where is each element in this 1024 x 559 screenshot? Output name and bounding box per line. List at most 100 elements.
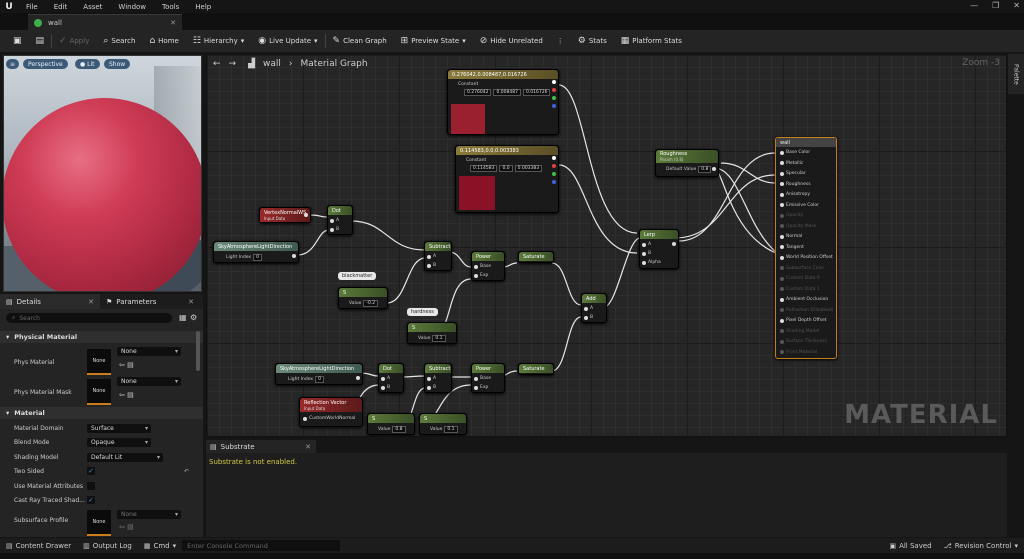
input-exp[interactable]: Exp <box>474 273 488 278</box>
node-subtract-2[interactable]: Subtract A B <box>424 363 452 393</box>
input-base[interactable]: Base <box>474 376 491 381</box>
subsurface-profile-dropdown[interactable]: None <box>117 510 181 519</box>
forward-arrow-icon[interactable]: → <box>229 59 237 69</box>
material-domain-dropdown[interactable]: Surface <box>87 423 151 433</box>
back-arrow-icon[interactable]: ← <box>213 59 221 69</box>
output-pin-emissive-color[interactable]: Emissive Color <box>780 203 819 208</box>
reset-icon[interactable]: ↶ <box>184 468 189 475</box>
comment-hardness[interactable]: hardness <box>407 308 438 316</box>
output-pin[interactable] <box>304 213 308 217</box>
node-power-1[interactable]: Power Base Exp <box>471 251 505 281</box>
save-button[interactable]: ▣ <box>6 30 29 52</box>
menu-edit[interactable]: Edit <box>46 3 76 11</box>
output-pin-roughness[interactable]: Roughness <box>780 182 811 187</box>
use-material-attributes-checkbox[interactable] <box>87 482 95 490</box>
tab-close-icon[interactable]: ✕ <box>305 443 311 451</box>
browse-button[interactable]: ▤ <box>29 30 52 52</box>
two-sided-checkbox[interactable]: ✓ <box>87 467 95 475</box>
cast-ray-traced-shadows-checkbox[interactable]: ✓ <box>87 496 95 504</box>
maximize-icon[interactable]: ❐ <box>992 1 999 10</box>
lit-button[interactable]: ● Lit <box>75 59 100 69</box>
value-r[interactable]: 0.276042 <box>464 89 492 96</box>
all-saved-button[interactable]: ▣ All Saved <box>883 542 937 550</box>
output-pin[interactable] <box>292 254 296 258</box>
gear-icon[interactable]: ⚙ <box>190 313 197 322</box>
show-button[interactable]: Show <box>104 59 131 69</box>
input-b[interactable]: B <box>642 251 651 256</box>
menu-help[interactable]: Help <box>187 3 219 11</box>
hide-unrelated-button[interactable]: ⊘ Hide Unrelated <box>473 30 550 52</box>
node-dot-1[interactable]: Dot A B <box>327 205 353 235</box>
menu-tools[interactable]: Tools <box>154 3 187 11</box>
value-field[interactable]: 0.1 <box>432 335 446 342</box>
node-reflection-vector[interactable]: Reflection Vector Input Data CustomWorldN… <box>299 397 363 427</box>
input-b[interactable]: B <box>584 315 593 320</box>
palette-tab[interactable]: Palette <box>1008 54 1024 94</box>
details-scrollbar[interactable] <box>196 331 200 371</box>
blend-mode-dropdown[interactable]: Opaque <box>87 437 151 447</box>
node-scalar-value-1[interactable]: S Value 0.8 <box>367 413 415 435</box>
tab-parameters[interactable]: ⚑ Parameters ✕ <box>100 294 200 309</box>
output-pin-anisotropy[interactable]: Anisotropy <box>780 192 810 197</box>
node-vertex-normal[interactable]: VertexNormalWS Input Data <box>259 207 311 223</box>
preview-state-button[interactable]: ⊞ Preview State ▾ <box>394 30 473 52</box>
node-scalar-value-2[interactable]: S Value 0.1 <box>419 413 467 435</box>
output-pins[interactable] <box>552 80 556 108</box>
input-a[interactable]: A <box>381 376 390 381</box>
document-tab[interactable]: wall ✕ <box>28 14 182 30</box>
input-b[interactable]: B <box>427 385 436 390</box>
output-pin-tangent[interactable]: Tangent <box>780 245 804 250</box>
live-update-button[interactable]: ◉ Live Update ▾ <box>251 30 324 52</box>
value-field[interactable]: 0 <box>315 376 324 383</box>
output-pin-opacity-mask[interactable]: Opacity Mask <box>780 224 816 229</box>
platform-stats-button[interactable]: ▦ Platform Stats <box>614 30 689 52</box>
browse-icon[interactable]: ⇦ ▤ <box>119 391 134 399</box>
asset-thumbnail[interactable]: None <box>87 379 111 405</box>
tab-close-icon[interactable]: ✕ <box>88 298 94 306</box>
node-saturate-2[interactable]: Saturate <box>518 363 554 375</box>
asset-thumbnail[interactable]: None <box>87 510 111 536</box>
menu-file[interactable]: File <box>18 3 46 11</box>
content-drawer-button[interactable]: ▤ Content Drawer <box>0 542 77 550</box>
menu-window[interactable]: Window <box>110 3 154 11</box>
value-field[interactable]: 0.8 <box>698 166 712 173</box>
category-material[interactable]: ▾ Material <box>0 407 203 419</box>
value-field[interactable]: 0 <box>253 254 262 261</box>
tab-details[interactable]: ▤ Details ✕ <box>0 294 100 309</box>
output-pin-front-material[interactable]: Front Material <box>780 350 817 355</box>
value-b[interactable]: 0.003383 <box>514 165 543 172</box>
breadcrumb-root[interactable]: wall <box>263 59 281 69</box>
node-sky-atmosphere-light-direction-2[interactable]: SkyAtmosphereLightDirection Light Index 0 <box>275 363 363 385</box>
input-a[interactable]: A <box>427 254 436 259</box>
node-constant-color-1[interactable]: 0.276042,0.008487,0.016726 Constant 0.27… <box>447 69 559 135</box>
node-subtract-1[interactable]: Subtract A B <box>424 241 452 271</box>
output-pin-pixel-depth-offset[interactable]: Pixel Depth Offset <box>780 318 827 323</box>
value-g[interactable]: 0.008487 <box>493 89 521 96</box>
output-pin[interactable] <box>356 376 360 380</box>
input-b[interactable]: B <box>427 263 436 268</box>
output-pin-shading-model[interactable]: Shading Model <box>780 329 819 334</box>
input-b[interactable]: B <box>330 227 339 232</box>
search-button[interactable]: ⌕ Search <box>96 30 142 52</box>
category-physical-material[interactable]: ▾ Physical Material <box>0 331 203 343</box>
node-lerp[interactable]: Lerp A B Alpha <box>639 229 679 269</box>
revision-control-button[interactable]: ⎇ Revision Control ▾ <box>938 542 1024 550</box>
cmd-dropdown[interactable]: ▦ Cmd ▾ <box>138 542 182 550</box>
input-custom-world-normal[interactable]: CustomWorldNormal <box>303 416 355 421</box>
value-field[interactable]: 0.8 <box>392 426 406 433</box>
menu-asset[interactable]: Asset <box>75 3 110 11</box>
node-roughness-param[interactable]: Roughness Param (0.8) Default Value 0.8 <box>655 149 719 177</box>
output-pin-opacity[interactable]: Opacity <box>780 213 803 218</box>
node-dot-2[interactable]: Dot A B <box>378 363 404 393</box>
table-view-icon[interactable]: ▦ <box>179 313 187 322</box>
phys-material-mask-dropdown[interactable]: None <box>117 377 181 386</box>
input-alpha[interactable]: Alpha <box>642 260 661 265</box>
node-constant-color-2[interactable]: 0.114583,0.0,0.003383 Constant 0.114583 … <box>455 145 559 213</box>
hierarchy-button[interactable]: ☷ Hierarchy ▾ <box>186 30 251 52</box>
tab-close-icon[interactable]: ✕ <box>170 19 176 27</box>
close-icon[interactable]: ✕ <box>1013 1 1020 10</box>
apply-button[interactable]: ✓ Apply <box>52 30 96 52</box>
node-hardness-value[interactable]: S Value 0.1 <box>407 322 457 344</box>
output-pin[interactable] <box>672 242 676 246</box>
comment-blackmatter[interactable]: blackmatter <box>338 272 377 280</box>
